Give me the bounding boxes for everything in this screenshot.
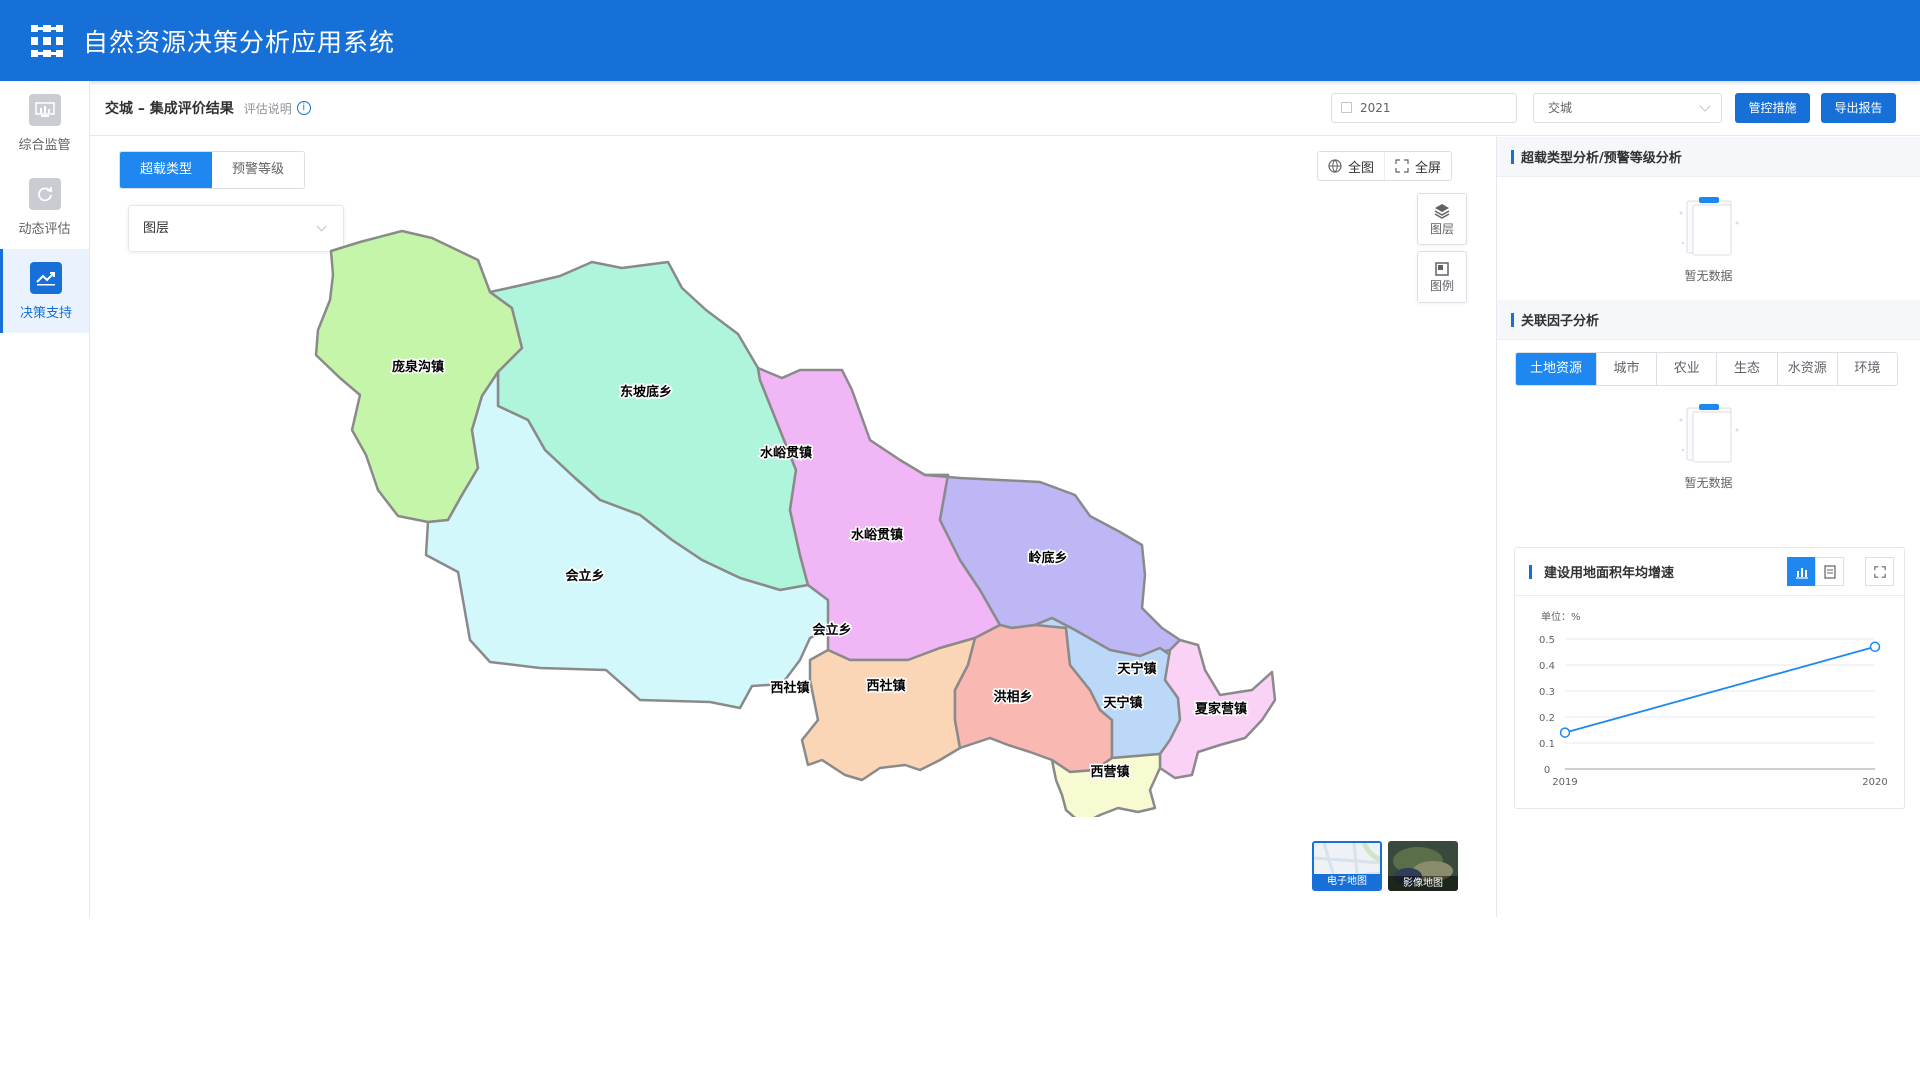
- region-label: 洪相乡: [993, 689, 1032, 705]
- x-tick-label: 2019: [1552, 777, 1577, 788]
- y-tick-label: 0.4: [1539, 661, 1555, 672]
- overload-analysis-title: 超载类型分析/预警等级分析: [1521, 151, 1682, 166]
- overload-empty-state: 暂无数据: [1497, 193, 1920, 284]
- region-label: 会立乡: [565, 568, 604, 584]
- x-tick-label: 2020: [1862, 777, 1887, 788]
- region-label: 天宁镇: [1103, 695, 1142, 711]
- section-marker: [1511, 149, 1514, 164]
- monitor-icon: [28, 93, 61, 126]
- y-tick-label: 0.2: [1539, 713, 1555, 724]
- region-map[interactable]: 庞泉沟镇东坡底乡水峪贯镇水峪贯镇会立乡会立乡岭底乡西社镇 西社镇洪相乡天宁镇天宁镇…: [91, 137, 1496, 817]
- chart-view-button[interactable]: [1787, 557, 1816, 586]
- calendar-icon: [1341, 102, 1352, 113]
- region-label: 东坡底乡: [620, 384, 672, 400]
- region-label: 西社镇: [866, 678, 905, 694]
- basemap-vector-label: 电子地图: [1314, 874, 1380, 889]
- basemap-imagery-button[interactable]: 影像地图: [1388, 841, 1458, 891]
- control-measures-button[interactable]: 管控措施: [1735, 93, 1810, 123]
- region-label: 夏家营镇: [1194, 701, 1247, 717]
- y-axis-unit: 单位：%: [1541, 610, 1581, 623]
- document-icon: [1823, 564, 1836, 579]
- top-bar: 自然资源决策分析应用系统: [0, 0, 1920, 81]
- series-line: [1564, 645, 1876, 734]
- year-value: 2021: [1360, 101, 1391, 115]
- sidebar-item-evaluation[interactable]: 动态评估: [0, 165, 89, 249]
- trend-icon: [30, 261, 62, 294]
- region-label: 西社镇: [770, 680, 809, 696]
- no-data-text: 暂无数据: [1684, 269, 1733, 283]
- sidebar: 综合监管 动态评估 决策支持: [0, 81, 90, 917]
- no-data-text: 暂无数据: [1684, 476, 1733, 490]
- sub-header: 交城 – 集成评价结果 评估说明 i 2021 交城 管控措施 导出报告: [90, 81, 1920, 136]
- data-point[interactable]: [1559, 727, 1571, 738]
- factor-analysis-header: 关联因子分析: [1497, 300, 1920, 340]
- region-label: 水峪贯镇: [851, 527, 903, 543]
- region-label: 庞泉沟镇: [392, 359, 444, 375]
- region-label: 水峪贯镇: [760, 445, 812, 461]
- evaluation-note-link[interactable]: 评估说明: [244, 100, 292, 117]
- section-marker: [1511, 312, 1514, 327]
- factor-empty-state: 暂无数据: [1497, 400, 1920, 491]
- sidebar-item-monitoring[interactable]: 综合监管: [0, 81, 89, 165]
- chevron-down-icon: [1699, 100, 1711, 112]
- region-label: 岭底乡: [1028, 550, 1067, 566]
- chart-header: 建设用地面积年均增速: [1515, 548, 1904, 596]
- region-value: 交城: [1548, 101, 1573, 115]
- sidebar-item-decision-support[interactable]: 决策支持: [0, 249, 89, 333]
- line-chart: 单位：% 0 0.1 0.2 0.3 0.4 0.5 2019 2020: [1539, 610, 1888, 788]
- year-picker[interactable]: 2021: [1331, 93, 1517, 123]
- refresh-icon: [28, 177, 61, 210]
- y-tick-label: 0.5: [1539, 635, 1555, 646]
- data-point[interactable]: [1869, 641, 1881, 653]
- region-label: 会立乡: [812, 622, 851, 638]
- tab-agriculture[interactable]: 农业: [1656, 353, 1716, 385]
- chart-fullscreen-button[interactable]: [1865, 557, 1894, 586]
- export-report-button[interactable]: 导出报告: [1821, 93, 1896, 123]
- y-tick-label: 0: [1544, 765, 1550, 776]
- sidebar-item-label: 决策支持: [19, 305, 72, 321]
- region-xishe[interactable]: [800, 636, 977, 782]
- region-label: 天宁镇: [1117, 661, 1156, 677]
- map-area[interactable]: 超载类型 预警等级 图层 全图 全屏 图层 图例 庞泉沟镇 东坡底乡 水峪贯镇 …: [91, 137, 1496, 917]
- table-view-button[interactable]: [1815, 557, 1844, 586]
- growth-chart-card: 建设用地面积年均增速 单位：% 0 0.1 0.2 0.3 0.4 0.5 2019 2020: [1514, 547, 1905, 809]
- factor-tab-group: 土地资源 城市 农业 生态 水资源 环境: [1515, 352, 1898, 386]
- expand-icon: [1873, 565, 1886, 578]
- tab-city[interactable]: 城市: [1595, 353, 1656, 385]
- region-select[interactable]: 交城: [1533, 93, 1722, 123]
- region-label: 西营镇: [1090, 764, 1129, 780]
- tab-water-resources[interactable]: 水资源: [1776, 353, 1837, 385]
- app-title: 自然资源决策分析应用系统: [83, 27, 396, 57]
- empty-clipboard-icon: [1679, 404, 1738, 463]
- app-logo-icon: [31, 24, 63, 57]
- chart-title: 建设用地面积年均增速: [1544, 566, 1675, 581]
- section-marker: [1529, 564, 1532, 579]
- sidebar-item-label: 综合监管: [18, 137, 71, 153]
- factor-analysis-title: 关联因子分析: [1521, 314, 1600, 329]
- basemap-vector-button[interactable]: 电子地图: [1312, 841, 1382, 891]
- right-panel: 超载类型分析/预警等级分析 暂无数据 关联因子分析 土地资源 城市 农业 生态 …: [1496, 137, 1920, 917]
- tab-environment[interactable]: 环境: [1836, 353, 1897, 385]
- sidebar-item-label: 动态评估: [18, 221, 71, 237]
- info-icon[interactable]: i: [296, 101, 311, 115]
- bar-chart-icon: [1795, 567, 1808, 579]
- y-tick-label: 0.1: [1539, 739, 1555, 750]
- tab-land-resources[interactable]: 土地资源: [1516, 353, 1596, 385]
- tab-ecology[interactable]: 生态: [1716, 353, 1776, 385]
- empty-clipboard-icon: [1679, 197, 1738, 256]
- breadcrumb: 交城 – 集成评价结果: [105, 101, 234, 117]
- basemap-imagery-label: 影像地图: [1388, 876, 1458, 891]
- y-tick-label: 0.3: [1539, 687, 1555, 698]
- overload-analysis-header: 超载类型分析/预警等级分析: [1497, 137, 1920, 177]
